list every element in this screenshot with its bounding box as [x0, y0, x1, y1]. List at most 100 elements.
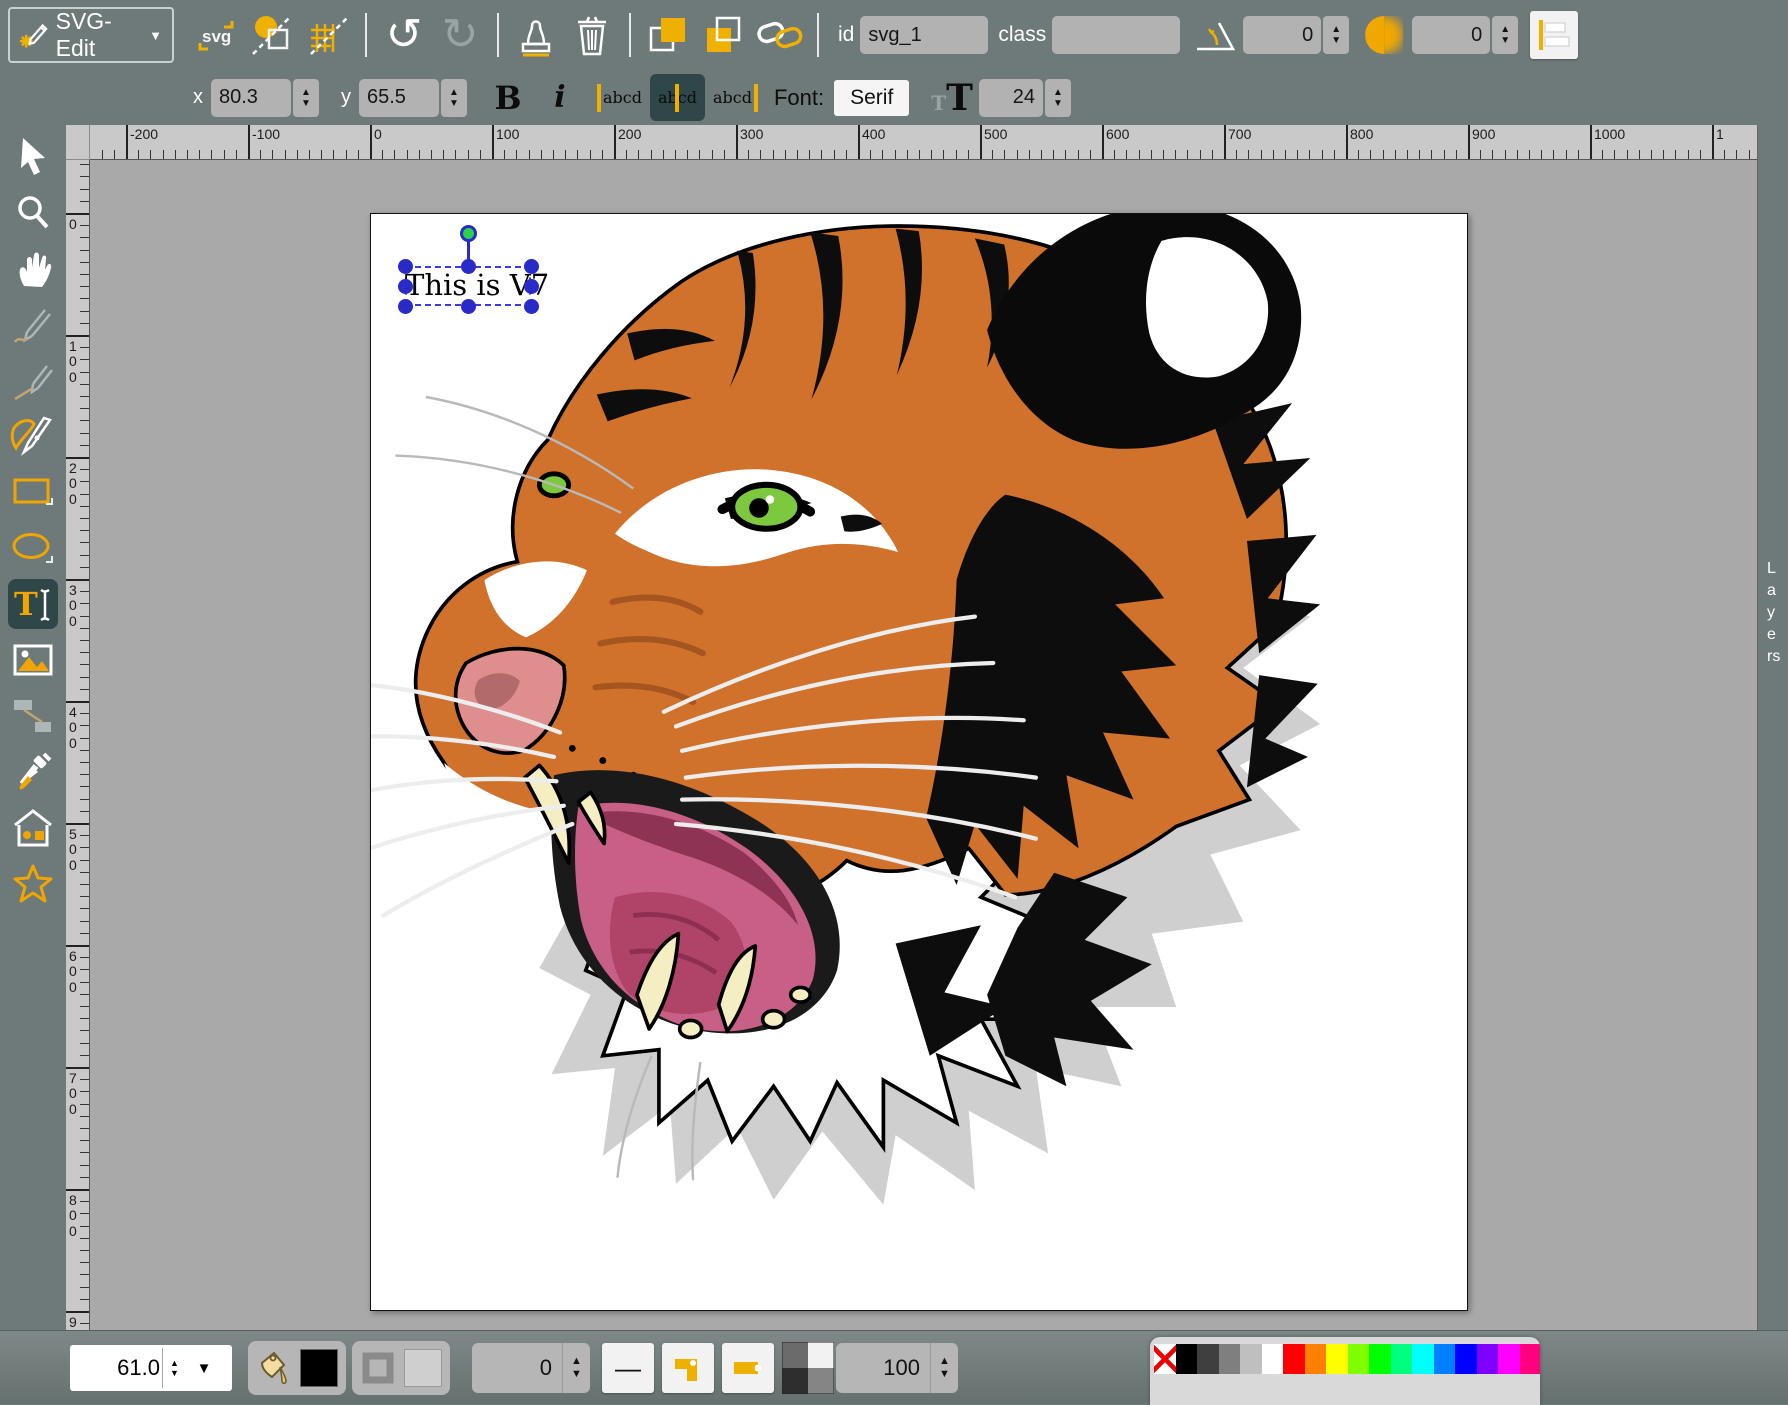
stroke-linestyle-button[interactable]: —: [602, 1343, 654, 1393]
palette-swatch[interactable]: [1176, 1344, 1198, 1374]
stroke-linecap-button[interactable]: [722, 1343, 774, 1393]
ruler-tick: [102, 150, 103, 159]
align-dropdown-button[interactable]: [1530, 11, 1578, 59]
palette-swatch[interactable]: [1434, 1344, 1456, 1374]
text-anchor-end-button[interactable]: abcd: [705, 74, 760, 121]
ruler-tick: [760, 150, 761, 159]
move-to-front-button[interactable]: [643, 9, 693, 61]
blur-spinner[interactable]: ▲▼: [1492, 16, 1518, 54]
stroke-width-input[interactable]: [472, 1343, 562, 1393]
palette-swatch[interactable]: [1283, 1344, 1305, 1374]
stroke-linejoin-button[interactable]: [662, 1343, 714, 1393]
palette-swatch[interactable]: [1369, 1344, 1391, 1374]
ruler-tick: [80, 189, 89, 190]
drawing-workspace[interactable]: -200-10001002003004005006007008009001000…: [66, 125, 1757, 1330]
selection-handle-s[interactable]: [461, 299, 476, 314]
zoom-spinner[interactable]: ▲▼: [162, 1348, 186, 1388]
ruler-tick: [80, 860, 89, 861]
selection-handle-nw[interactable]: [398, 259, 413, 274]
line-icon: [11, 358, 55, 402]
id-label: id: [838, 23, 854, 47]
layers-panel-collapsed[interactable]: Layers: [1757, 125, 1788, 1330]
make-link-button[interactable]: [755, 9, 805, 61]
selection-handle-w[interactable]: [398, 279, 413, 294]
shape-library-tool[interactable]: [8, 803, 58, 853]
eyedropper-tool[interactable]: [8, 747, 58, 797]
ruler-tick: [699, 150, 700, 159]
selection-handle-n[interactable]: [461, 259, 476, 274]
palette-swatch[interactable]: [1262, 1344, 1284, 1374]
editor-preferences-button[interactable]: [303, 9, 353, 61]
selection-handle-se[interactable]: [524, 299, 539, 314]
connector-tool[interactable]: [8, 691, 58, 741]
rectangle-tool[interactable]: [8, 467, 58, 517]
y-spinner[interactable]: ▲▼: [441, 79, 467, 117]
bold-button[interactable]: B: [481, 79, 535, 117]
stroke-color-swatch[interactable]: [404, 1349, 442, 1387]
angle-spinner[interactable]: ▲▼: [1323, 16, 1349, 54]
move-to-back-button[interactable]: [699, 9, 749, 61]
italic-button[interactable]: i: [535, 80, 585, 115]
palette-swatch-none[interactable]: [1154, 1344, 1176, 1374]
palette-swatch[interactable]: [1305, 1344, 1327, 1374]
palette-swatch[interactable]: [1391, 1344, 1413, 1374]
svg-canvas[interactable]: [370, 213, 1468, 1311]
palette-swatch[interactable]: [1348, 1344, 1370, 1374]
element-id-input[interactable]: [860, 16, 988, 54]
clone-button[interactable]: [511, 9, 561, 61]
layers-panel-title[interactable]: Layers: [1767, 558, 1781, 668]
delete-button[interactable]: [567, 9, 617, 61]
ruler-tick: [80, 237, 89, 238]
palette-swatch[interactable]: [1197, 1344, 1219, 1374]
select-tool[interactable]: [8, 131, 58, 181]
fill-color-swatch[interactable]: [300, 1349, 338, 1387]
ruler-tick: [870, 150, 871, 159]
selection-handle-e[interactable]: [524, 279, 539, 294]
pencil-tool[interactable]: [8, 299, 58, 349]
font-family-button[interactable]: Serif: [834, 80, 909, 116]
main-menu-button[interactable]: SVG-Edit ▼: [8, 7, 174, 63]
zoom-input[interactable]: [70, 1354, 162, 1382]
palette-swatch[interactable]: [1477, 1344, 1499, 1374]
palette-swatch[interactable]: [1240, 1344, 1262, 1374]
angle-input[interactable]: [1243, 16, 1321, 54]
text-tool[interactable]: T: [8, 579, 58, 629]
ellipse-tool[interactable]: [8, 523, 58, 573]
star-tool[interactable]: [8, 859, 58, 909]
opacity-input[interactable]: [836, 1343, 930, 1393]
redo-button[interactable]: ↻: [435, 9, 485, 61]
undo-button[interactable]: ↺: [379, 9, 429, 61]
blur-input[interactable]: [1412, 16, 1490, 54]
zoom-dropdown[interactable]: ▼: [186, 1360, 222, 1377]
opacity-spinner[interactable]: ▲▼: [930, 1343, 958, 1393]
font-size-input[interactable]: [979, 79, 1043, 117]
palette-swatch[interactable]: [1412, 1344, 1434, 1374]
ruler-tick: [80, 677, 89, 678]
zoom-tool[interactable]: [8, 187, 58, 237]
document-properties-button[interactable]: [247, 9, 297, 61]
link-icon: [755, 13, 805, 57]
rotate-handle[interactable]: [460, 225, 477, 242]
palette-swatch[interactable]: [1498, 1344, 1520, 1374]
selection-handle-ne[interactable]: [524, 259, 539, 274]
palette-swatch[interactable]: [1219, 1344, 1241, 1374]
palette-swatch[interactable]: [1326, 1344, 1348, 1374]
palette-swatch[interactable]: [1520, 1344, 1541, 1374]
font-size-spinner[interactable]: ▲▼: [1045, 79, 1071, 117]
text-anchor-middle-button[interactable]: abcd: [650, 74, 705, 121]
pan-tool[interactable]: [8, 243, 58, 293]
text-x-input[interactable]: [211, 79, 291, 117]
source-editor-button[interactable]: svg: [191, 9, 241, 61]
text-anchor-start-button[interactable]: abcd: [595, 74, 650, 121]
x-spinner[interactable]: ▲▼: [293, 79, 319, 117]
selection-handle-sw[interactable]: [398, 299, 413, 314]
path-tool[interactable]: [8, 411, 58, 461]
opacity-picker[interactable]: [782, 1342, 834, 1394]
ruler-tick: [1004, 150, 1005, 159]
image-tool[interactable]: [8, 635, 58, 685]
palette-swatch[interactable]: [1455, 1344, 1477, 1374]
text-y-input[interactable]: [359, 79, 439, 117]
element-class-input[interactable]: [1052, 16, 1180, 54]
stroke-width-spinner[interactable]: ▲▼: [562, 1343, 590, 1393]
line-tool[interactable]: [8, 355, 58, 405]
